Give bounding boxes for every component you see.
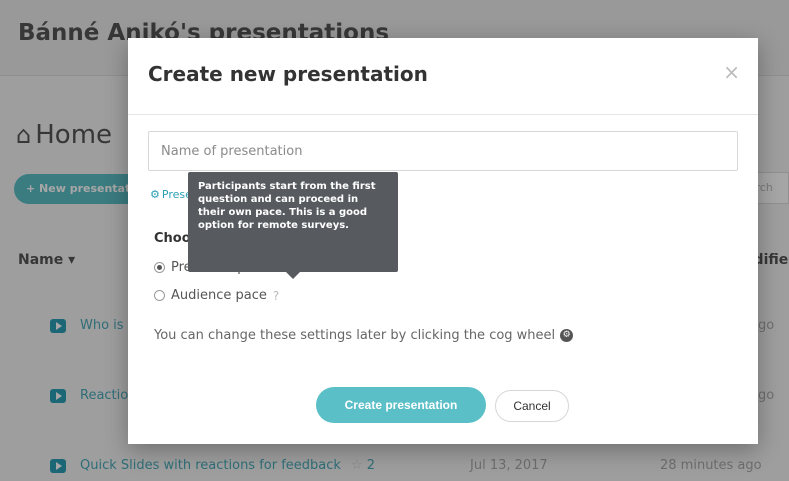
dialog-title: Create new presentation [148,62,428,86]
settings-note: You can change these settings later by c… [154,328,574,343]
create-presentation-button[interactable]: Create presentation [316,387,486,423]
option-label: Audience pace [171,288,267,303]
radio-button[interactable] [154,290,165,301]
close-icon[interactable]: × [723,62,740,82]
help-icon[interactable]: ? [273,289,279,303]
cancel-button[interactable]: Cancel [495,390,569,422]
cog-wheel-icon: ⚙ [560,329,574,342]
radio-button[interactable] [154,262,165,273]
tooltip-arrow [286,272,300,279]
divider [128,114,758,115]
pace-help-tooltip: Participants start from the first questi… [188,172,398,272]
gear-icon: ⚙ [150,188,160,201]
option-audience-pace[interactable]: Audience pace ? [154,288,279,303]
presentation-name-input[interactable] [148,131,738,171]
